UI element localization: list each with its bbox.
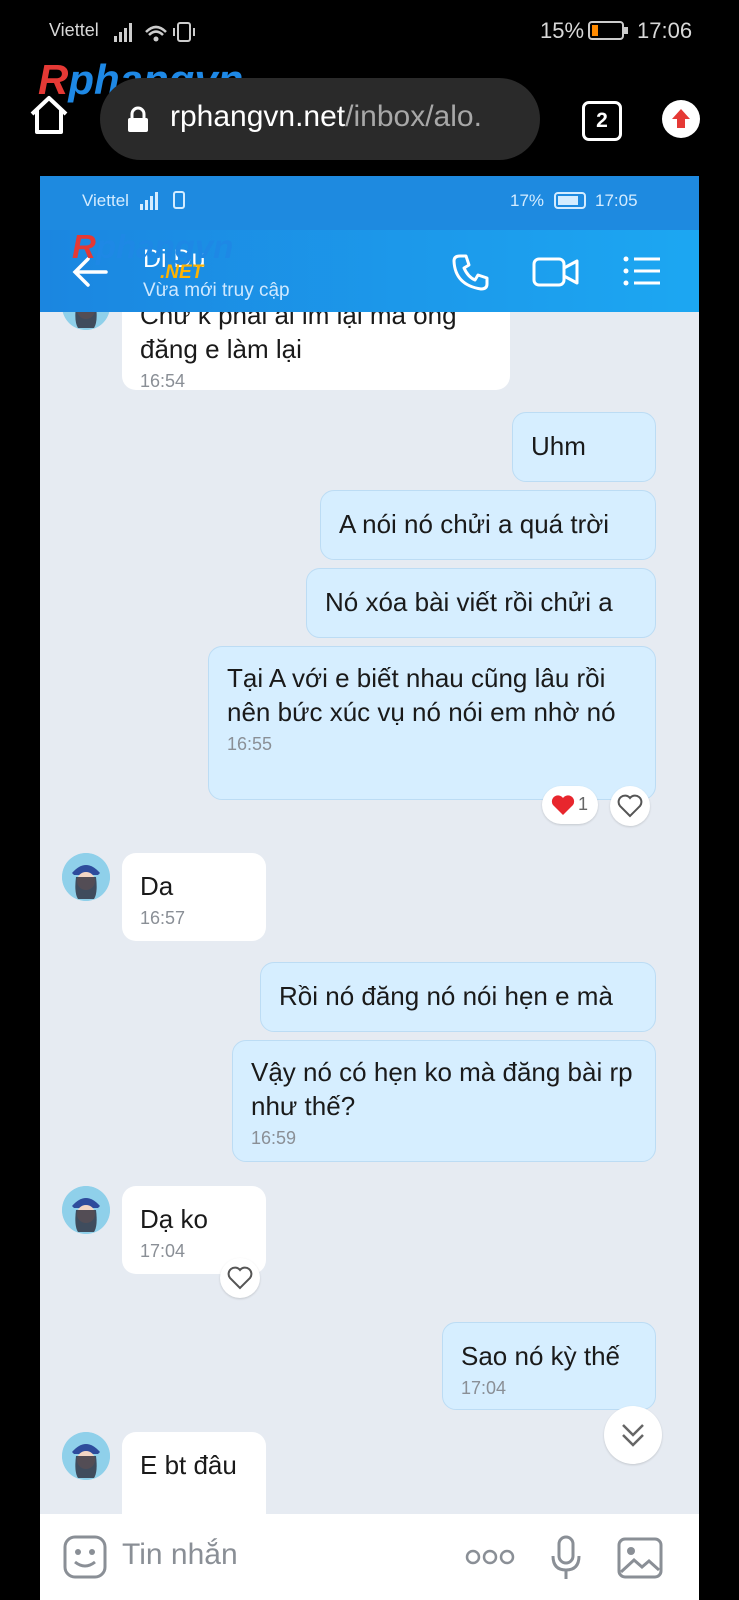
- inner-status-bar: Viettel 17% 17:05: [40, 176, 699, 230]
- avatar-icon: [62, 312, 110, 330]
- inner-carrier: Viettel: [82, 191, 129, 210]
- inner-battery-icon: [554, 192, 586, 209]
- message-list[interactable]: Chứ k phải ai im lại mà ông đăng e làm l…: [40, 312, 699, 1514]
- more-icon[interactable]: [464, 1547, 516, 1567]
- carrier-label: Viettel: [49, 20, 99, 40]
- url-domain: rphangvn.net: [170, 100, 346, 133]
- image-icon[interactable]: [616, 1536, 664, 1580]
- message-time: 16:55: [227, 734, 273, 754]
- avatar-icon: [62, 1432, 110, 1480]
- message-text: Sao nó kỳ thế: [461, 1341, 620, 1371]
- status-bar: Viettel 15% 17:06: [0, 0, 739, 62]
- inner-watermark-logo: Rphangvn: [72, 228, 233, 266]
- message-text: Vậy nó có hẹn ko mà đăng bài rp như thế?: [251, 1057, 633, 1121]
- avatar-icon: [62, 853, 110, 901]
- inner-watermark-phang: phangvn: [95, 228, 234, 265]
- battery-icon: [588, 21, 628, 40]
- message-bubble[interactable]: Uhm: [512, 412, 656, 482]
- embedded-screenshot: Viettel 17% 17:05 Di Du Vừa mới truy cập…: [40, 176, 699, 1600]
- message-text: Chứ k phải ai im lại mà ông đăng e làm l…: [140, 312, 457, 364]
- message-bubble[interactable]: Da 16:57: [122, 853, 266, 941]
- menu-icon[interactable]: [622, 254, 662, 288]
- signal-wifi-icons: [114, 22, 195, 42]
- microphone-icon[interactable]: [548, 1534, 584, 1582]
- avatar-icon: [62, 1186, 110, 1234]
- clock: 17:06: [637, 18, 693, 43]
- inner-signal-icon: [140, 191, 185, 210]
- message-bubble[interactable]: Rồi nó đăng nó nói hẹn e mà: [260, 962, 656, 1032]
- message-bubble[interactable]: A nói nó chửi a quá trời: [320, 490, 656, 560]
- message-bubble[interactable]: E bt đâu: [122, 1432, 266, 1514]
- inner-watermark-r: R: [72, 228, 96, 265]
- composer-bar: Tin nhắn: [40, 1514, 699, 1600]
- message-text: Uhm: [531, 431, 586, 461]
- message-time: 16:57: [140, 908, 186, 928]
- tab-count-button[interactable]: 2: [582, 101, 622, 141]
- home-icon[interactable]: [28, 94, 70, 136]
- heart-outline-icon: [617, 794, 643, 818]
- message-time: 16:59: [251, 1128, 297, 1148]
- video-call-icon[interactable]: [532, 254, 580, 290]
- message-text: A nói nó chửi a quá trời: [339, 509, 610, 539]
- message-bubble[interactable]: Vậy nó có hẹn ko mà đăng bài rp như thế?…: [232, 1040, 656, 1162]
- emoji-icon[interactable]: [62, 1534, 108, 1580]
- message-bubble[interactable]: Sao nó kỳ thế 17:04: [442, 1322, 656, 1410]
- avatar: [62, 312, 110, 330]
- battery-percent: 15%: [540, 18, 585, 43]
- reaction-badge[interactable]: 1: [542, 786, 598, 824]
- message-time: 16:54: [140, 371, 186, 391]
- double-chevron-down-icon: [622, 1424, 644, 1447]
- message-text: E bt đâu: [140, 1450, 237, 1480]
- url-text[interactable]: rphangvn.net/inbox/alo.: [170, 100, 530, 134]
- message-input[interactable]: Tin nhắn: [122, 1538, 238, 1572]
- arrow-up-icon: [672, 109, 690, 128]
- message-bubble[interactable]: Nó xóa bài viết rồi chửi a: [306, 568, 656, 638]
- reaction-count: 1: [578, 794, 589, 814]
- message-text: Rồi nó đăng nó nói hẹn e mà: [279, 981, 613, 1011]
- react-button[interactable]: [220, 1258, 260, 1298]
- avatar: [62, 853, 110, 901]
- lock-icon: [128, 106, 148, 132]
- react-button[interactable]: [610, 786, 650, 826]
- inner-watermark-net: .NET: [160, 262, 204, 283]
- message-text: Nó xóa bài viết rồi chửi a: [325, 587, 613, 617]
- inner-battery-percent: 17%: [510, 191, 545, 210]
- message-bubble[interactable]: Tại A với e biết nhau cũng lâu rồi nên b…: [208, 646, 656, 800]
- phone-icon[interactable]: [450, 252, 490, 292]
- message-time: 17:04: [461, 1378, 507, 1398]
- avatar: [62, 1186, 110, 1234]
- upload-button[interactable]: [662, 100, 700, 138]
- heart-red-icon: [551, 795, 575, 815]
- message-text: Tại A với e biết nhau cũng lâu rồi nên b…: [227, 663, 616, 727]
- inner-clock: 17:05: [595, 191, 638, 210]
- url-path: /inbox/alo.: [345, 100, 482, 133]
- heart-outline-icon: [227, 1266, 253, 1290]
- scroll-down-button[interactable]: [604, 1406, 662, 1464]
- message-text: Da: [140, 871, 174, 901]
- message-text: Dạ ko: [140, 1204, 208, 1234]
- avatar: [62, 1432, 110, 1480]
- message-bubble[interactable]: Chứ k phải ai im lại mà ông đăng e làm l…: [122, 312, 510, 391]
